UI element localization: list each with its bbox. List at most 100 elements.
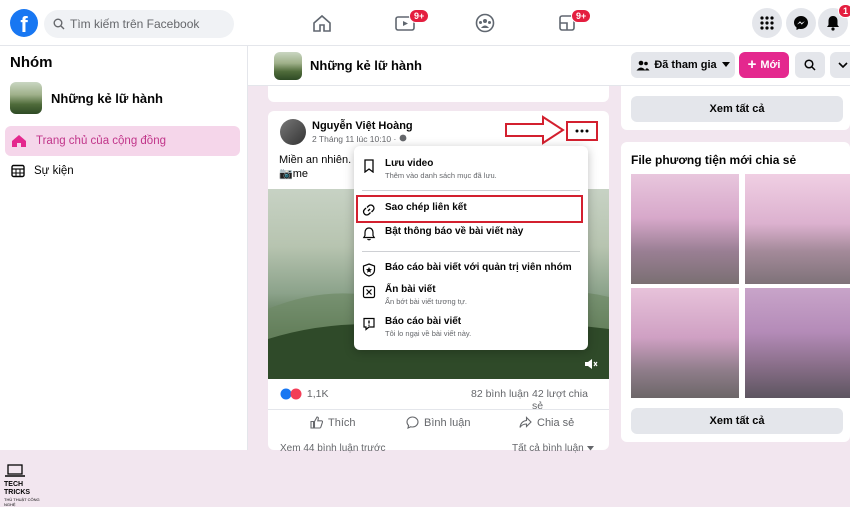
bell-icon: [827, 16, 839, 31]
menu-item-sub: Thêm vào danh sách mục đã lưu.: [385, 171, 497, 180]
menu-item-hide-post[interactable]: Ẩn bài viết Ẩn bớt bài viết tương tự.: [362, 284, 580, 306]
bookmark-icon: [364, 159, 374, 173]
menu-item-turn-on-notifications[interactable]: Bật thông báo về bài viết này: [362, 226, 580, 241]
brand-line2: THỦ THUẬT CÔNG NGHỆ: [4, 497, 40, 507]
menu-item-label: Bật thông báo về bài viết này: [385, 226, 524, 237]
hide-x-icon: [362, 285, 376, 299]
notifications-button[interactable]: 1: [818, 4, 850, 38]
watch-badge: 9+: [409, 9, 430, 23]
post-options-menu: Lưu video Thêm vào danh sách mục đã lưu. …: [354, 146, 588, 350]
like-label: Thích: [328, 416, 356, 429]
sidebar-group-link[interactable]: Những kẻ lữ hành: [10, 82, 163, 114]
caret-down-icon: [721, 62, 730, 67]
top-navigation-bar: f Tìm kiếm trên Facebook 9+ 9+ 1: [0, 0, 850, 46]
post-stats: 1,1K 82 bình luận 42 lượt chia sẻ: [280, 388, 598, 412]
post-text-line: 📷me: [279, 168, 308, 180]
comment-filter-dropdown[interactable]: Tất cả bình luận: [512, 443, 594, 454]
group-search-button[interactable]: [795, 52, 825, 78]
brand-line1: TECH TRICKS: [4, 481, 31, 496]
recent-media-title: File phương tiện mới chia sẻ: [631, 153, 797, 167]
nav-watch[interactable]: 9+: [383, 8, 430, 38]
annotation-arrow: [505, 115, 565, 145]
post-actions-bar: Thích Bình luận Chia sẻ: [268, 409, 609, 429]
like-button[interactable]: Thích: [310, 416, 356, 429]
group-thumbnail: [10, 82, 42, 114]
menu-item-report-to-admin[interactable]: Báo cáo bài viết với quản trị viên nhóm: [362, 262, 580, 277]
comment-label: Bình luận: [424, 416, 471, 429]
comment-count[interactable]: 82 bình luận: [471, 388, 529, 400]
menu-item-label: Ẩn bài viết: [385, 284, 436, 295]
media-thumbnail[interactable]: [745, 288, 850, 398]
mute-icon[interactable]: [584, 357, 598, 371]
joined-button[interactable]: Đã tham gia: [631, 52, 735, 78]
report-icon: [363, 317, 375, 331]
highlight-box: [356, 195, 583, 223]
search-icon: [804, 59, 816, 71]
menu-item-sub: Ẩn bớt bài viết tương tự.: [385, 297, 467, 306]
menu-divider: [362, 190, 580, 191]
group-header-name[interactable]: Những kẻ lữ hành: [310, 58, 422, 73]
search-icon: [53, 18, 65, 30]
menu-item-report-post[interactable]: Báo cáo bài viết Tôi lo ngại về bài viết …: [362, 316, 580, 338]
media-thumbnail[interactable]: [745, 174, 850, 284]
search-placeholder: Tìm kiếm trên Facebook: [70, 17, 200, 31]
media-thumbnail[interactable]: [631, 174, 739, 284]
menu-item-label: Báo cáo bài viết: [385, 316, 462, 327]
messenger-button[interactable]: [786, 8, 816, 38]
new-button[interactable]: + Mới: [739, 52, 789, 78]
nav-groups[interactable]: [463, 8, 507, 38]
view-previous-comments-link[interactable]: Xem 44 bình luận trước: [280, 443, 386, 454]
see-all-media-button[interactable]: Xem tất cả: [631, 408, 843, 434]
group-header-thumbnail[interactable]: [274, 52, 302, 80]
group-name: Những kẻ lữ hành: [51, 90, 163, 106]
new-label: Mới: [760, 59, 781, 71]
see-all-button[interactable]: Xem tất cả: [631, 96, 843, 122]
menu-button[interactable]: [752, 8, 782, 38]
recent-media-card: File phương tiện mới chia sẻ Xem tất cả: [621, 142, 850, 442]
menu-item-sub: Tôi lo ngại về bài viết này.: [385, 329, 472, 338]
tech-tricks-logo: TECH TRICKS THỦ THUẬT CÔNG NGHỆ: [4, 464, 50, 507]
notifications-badge: 1: [837, 4, 850, 18]
sidebar-item-label: Sự kiện: [34, 165, 74, 177]
menu-item-label: Báo cáo bài viết với quản trị viên nhóm: [385, 262, 572, 273]
share-button[interactable]: Chia sẻ: [519, 416, 574, 429]
nav-home[interactable]: [300, 8, 344, 38]
post-text-line: Miền an nhiên.: [279, 154, 352, 166]
comment-filter-label: Tất cả bình luận: [512, 443, 584, 454]
comment-button[interactable]: Bình luận: [406, 416, 470, 429]
group-header: Những kẻ lữ hành Đã tham gia + Mới: [248, 46, 850, 86]
gaming-badge: 9+: [571, 9, 592, 23]
menu-item-save-video[interactable]: Lưu video Thêm vào danh sách mục đã lưu.: [362, 158, 580, 180]
menu-grid-icon: [760, 16, 774, 30]
post-timestamp[interactable]: 2 Tháng 11 lúc 10:10 ·: [312, 134, 407, 144]
reaction-count[interactable]: 1,1K: [307, 388, 329, 400]
calendar-icon: [11, 164, 25, 178]
right-card-top: Xem tất cả: [621, 86, 850, 130]
group-more-button[interactable]: [830, 52, 850, 78]
media-thumbnail[interactable]: [631, 288, 739, 398]
home-icon: [12, 135, 26, 147]
author-avatar[interactable]: [280, 119, 306, 145]
like-icon: [310, 416, 323, 429]
chevron-down-icon: [838, 62, 848, 68]
share-icon: [519, 416, 532, 428]
sidebar-item-events[interactable]: Sự kiện: [5, 156, 240, 186]
comment-icon: [406, 416, 419, 429]
reactions-icon[interactable]: [280, 388, 304, 400]
caret-down-icon: [586, 446, 594, 451]
facebook-logo[interactable]: f: [10, 9, 38, 37]
sidebar-title: Nhóm: [10, 54, 53, 71]
more-dots-icon: [575, 129, 589, 133]
sidebar-item-label: Trang chủ của cộng đồng: [36, 135, 166, 147]
shield-star-icon: [362, 263, 376, 277]
search-input[interactable]: Tìm kiếm trên Facebook: [44, 10, 234, 38]
groups-icon: [475, 13, 495, 33]
post-options-button[interactable]: [566, 121, 598, 141]
nav-gaming[interactable]: 9+: [545, 8, 592, 38]
menu-item-label: Lưu video: [385, 158, 434, 169]
bell-icon: [362, 227, 376, 241]
sidebar-item-community-home[interactable]: Trang chủ của cộng đồng: [5, 126, 240, 156]
home-icon: [313, 14, 331, 32]
post-text: Miền an nhiên. 📷me: [279, 153, 351, 181]
post-author[interactable]: Nguyễn Việt Hoàng: [312, 120, 413, 132]
